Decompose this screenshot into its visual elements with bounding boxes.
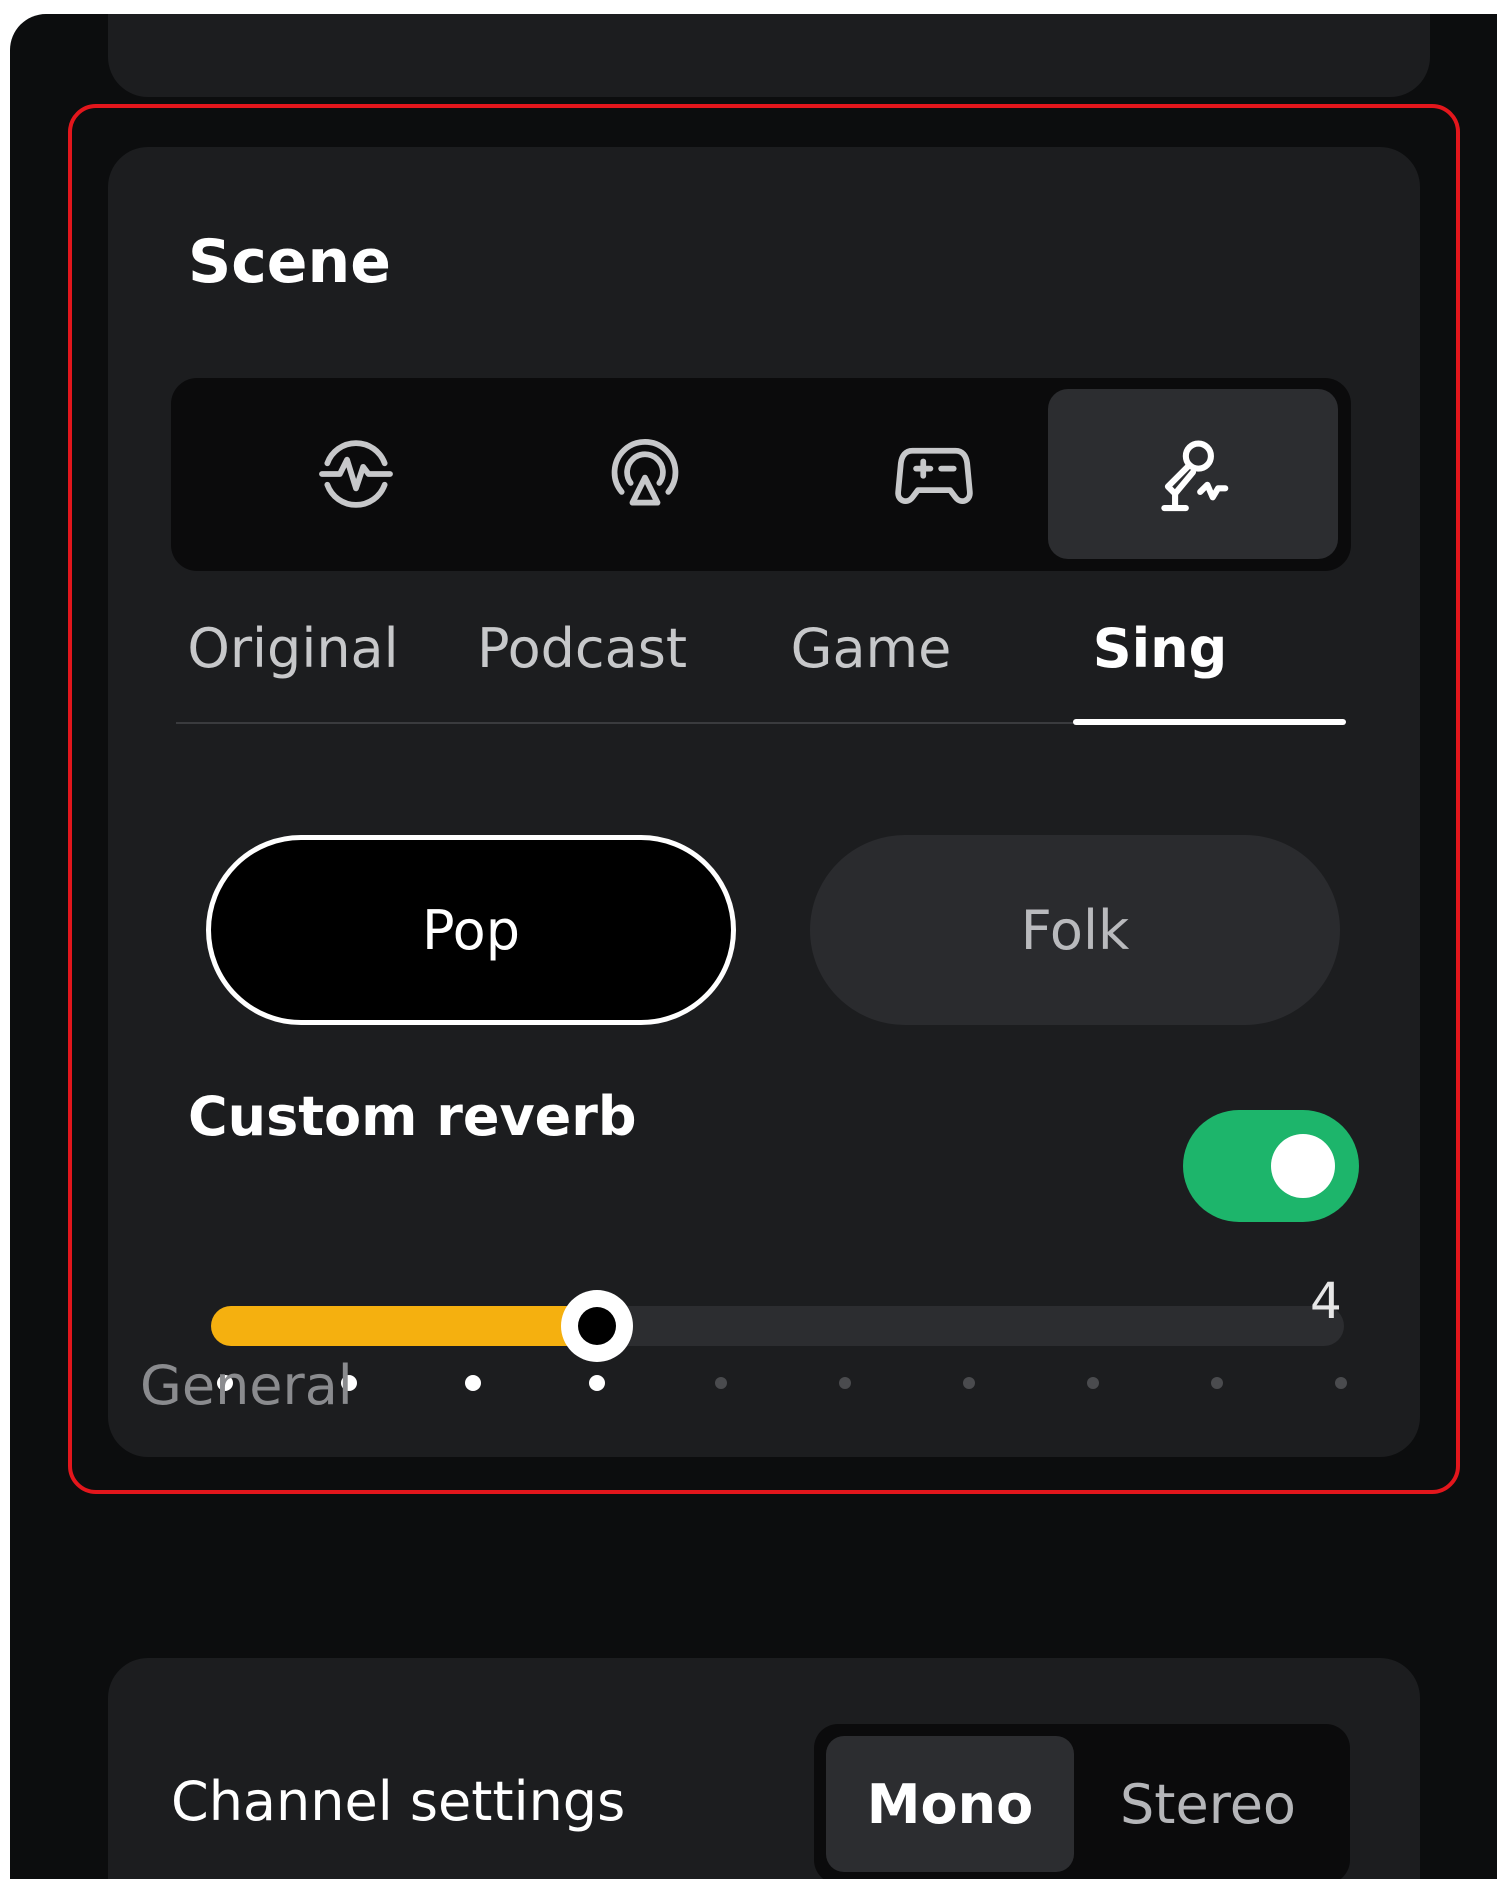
scene-icon-selector (171, 378, 1351, 571)
reverb-value: 4 (1310, 1272, 1342, 1330)
slider-tick-4 (589, 1375, 605, 1391)
slider-tick-5 (715, 1377, 727, 1389)
scene-original-button[interactable] (211, 389, 501, 559)
waveform-circle-icon (319, 440, 393, 508)
slider-tick-3 (465, 1375, 481, 1391)
scene-podcast-button[interactable] (500, 389, 790, 559)
tab-active-indicator (1073, 719, 1346, 725)
scene-title: Scene (188, 227, 391, 297)
scene-game-button[interactable] (789, 389, 1079, 559)
general-card: Channel settings Mono Stereo (108, 1658, 1420, 1879)
style-folk-button[interactable]: Folk (810, 835, 1340, 1025)
slider-tick-10 (1335, 1377, 1347, 1389)
channel-selector: Mono Stereo (814, 1724, 1350, 1879)
settings-panel: Scene Original Podcast Game Sing Pop Fol… (10, 14, 1497, 1879)
tab-original[interactable]: Original (148, 617, 438, 680)
channel-settings-label: Channel settings (171, 1770, 626, 1833)
slider-thumb-center (578, 1307, 616, 1345)
previous-card (108, 14, 1430, 97)
gamepad-icon (895, 447, 973, 504)
slider-tick-7 (963, 1377, 975, 1389)
podcast-broadcast-icon (611, 439, 679, 506)
slider-tick-6 (839, 1377, 851, 1389)
slider-fill (211, 1306, 597, 1346)
slider-tick-8 (1087, 1377, 1099, 1389)
reverb-slider[interactable] (211, 1262, 1371, 1402)
tab-podcast[interactable]: Podcast (437, 617, 727, 680)
custom-reverb-label: Custom reverb (188, 1085, 637, 1148)
karaoke-microphone-icon (1161, 440, 1229, 512)
toggle-knob (1271, 1134, 1335, 1198)
tab-game[interactable]: Game (726, 617, 1016, 680)
style-pop-button[interactable]: Pop (206, 835, 736, 1025)
custom-reverb-toggle[interactable] (1183, 1110, 1359, 1222)
scene-sing-button[interactable] (1048, 389, 1338, 559)
slider-tick-9 (1211, 1377, 1223, 1389)
channel-stereo-option[interactable]: Stereo (1084, 1736, 1332, 1872)
tab-sing[interactable]: Sing (1015, 617, 1305, 680)
channel-mono-option[interactable]: Mono (826, 1736, 1074, 1872)
scene-card: Scene Original Podcast Game Sing Pop Fol… (108, 147, 1420, 1457)
general-section-label: General (140, 1354, 353, 1417)
